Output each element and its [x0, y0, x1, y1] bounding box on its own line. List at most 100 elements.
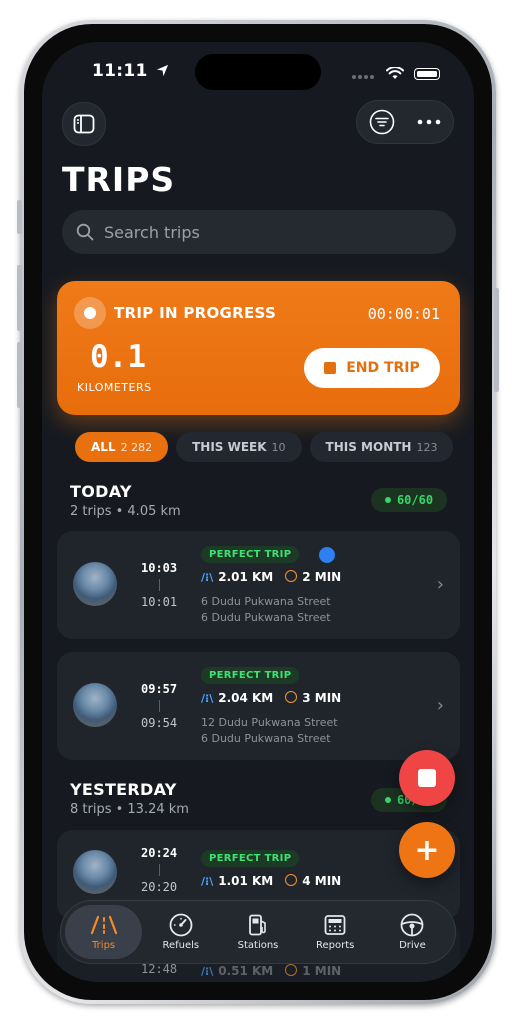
filter-label: THIS MONTH: [325, 440, 412, 454]
vehicle-avatar: [73, 562, 117, 606]
trip-from-address: 12 Dudu Pukwana Street: [201, 716, 338, 729]
calculator-icon: [323, 914, 347, 936]
section-summary-today: 2 trips • 4.05 km: [70, 504, 181, 519]
trip-stats: /⁝\ 0.51 KM 1 MIN: [201, 964, 341, 978]
trip-duration-value: 2 MIN: [302, 570, 342, 584]
trip-stats: /⁝\ 1.01 KM 4 MIN: [201, 874, 341, 888]
filter-this-month[interactable]: THIS MONTH 123: [309, 432, 454, 462]
time-connector: [158, 579, 160, 591]
trip-end-time: 10:01: [141, 595, 178, 609]
road-icon: /⁝\: [201, 571, 214, 584]
action-button: [17, 200, 22, 234]
perfect-trip-badge: PERFECT TRIP: [201, 667, 300, 684]
live-signal-icon: [319, 547, 335, 563]
header-actions: [356, 100, 454, 144]
trip-row[interactable]: 10:03 10:01 PERFECT TRIP /⁝\ 2.01 KM 2 MI…: [57, 531, 460, 639]
recording-icon: [74, 297, 106, 329]
active-trip-unit: KILOMETERS: [77, 381, 152, 394]
fuel-pump-icon: [246, 914, 270, 936]
filter-icon[interactable]: [369, 109, 395, 135]
trip-distance: /⁝\ 2.01 KM: [201, 570, 273, 584]
perfect-trip-badge: PERFECT TRIP: [201, 546, 300, 563]
score-badge: 60/60: [371, 488, 447, 512]
trip-times: 10:03 10:01: [141, 561, 177, 609]
trip-duration: 2 MIN: [285, 570, 341, 584]
search-placeholder: Search trips: [104, 222, 200, 242]
battery-icon: [414, 67, 440, 80]
plus-icon: +: [414, 832, 440, 868]
trip-duration-value: 4 MIN: [302, 874, 342, 888]
clock-icon: [285, 964, 298, 976]
tab-reports[interactable]: Reports: [297, 905, 374, 959]
trip-to-address: 6 Dudu Pukwana Street: [201, 732, 331, 745]
active-trip-distance: 0.1: [90, 339, 146, 375]
filter-label: ALL: [91, 440, 116, 454]
filter-count: 10: [271, 440, 286, 454]
add-trip-button[interactable]: +: [399, 822, 455, 878]
more-icon[interactable]: [417, 119, 441, 125]
stop-icon: [418, 769, 436, 787]
trip-distance: /⁝\ 2.04 KM: [201, 691, 273, 705]
status-time-text: 11:11: [92, 61, 148, 81]
score-dot-icon: [384, 497, 391, 503]
tab-label: Reports: [316, 939, 355, 951]
sidebar-toggle-button[interactable]: [62, 102, 106, 146]
trip-start-time: 12:48: [141, 962, 178, 976]
filter-count: 123: [416, 440, 438, 454]
tab-label: Refuels: [162, 939, 200, 951]
tab-stations[interactable]: Stations: [219, 905, 296, 959]
filter-label: THIS WEEK: [192, 440, 267, 454]
trip-start-time: 09:57: [141, 682, 178, 696]
filter-this-week[interactable]: THIS WEEK 10: [176, 432, 302, 462]
trip-end-time: 09:54: [141, 716, 178, 730]
status-indicators: [352, 64, 440, 83]
tab-label: Trips: [92, 939, 116, 951]
trip-distance-value: 0.51 KM: [218, 964, 274, 978]
trip-distance: /⁝\ 0.51 KM: [201, 964, 273, 978]
end-trip-button[interactable]: END TRIP: [304, 348, 440, 388]
tab-drive[interactable]: Drive: [374, 905, 451, 959]
trip-end-time: 20:20: [141, 880, 178, 894]
tab-trips[interactable]: Trips: [65, 905, 143, 959]
trip-row[interactable]: 09:57 09:54 PERFECT TRIP /⁝\ 2.04 KM 3 MI…: [57, 652, 460, 760]
section-title-today: TODAY: [70, 482, 132, 501]
filter-all[interactable]: ALL 2 282: [75, 432, 169, 462]
trip-duration-value: 3 MIN: [302, 691, 342, 705]
trip-duration-value: 1 MIN: [302, 964, 342, 978]
search-input[interactable]: Search trips: [62, 210, 456, 254]
sidebar-icon: [73, 114, 95, 134]
trip-distance: /⁝\ 1.01 KM: [201, 874, 273, 888]
status-time: 11:11: [92, 61, 169, 81]
score-text: 60/60: [396, 493, 434, 507]
steering-wheel-icon: [400, 913, 424, 936]
trip-start-time: 20:24: [141, 846, 178, 860]
time-connector: [158, 700, 160, 712]
page-title: TRIPS: [62, 160, 176, 199]
trip-start-time: 10:03: [141, 561, 178, 575]
section-summary-yesterday: 8 trips • 13.24 km: [70, 802, 189, 817]
trip-stats: /⁝\ 2.01 KM 2 MIN: [201, 570, 341, 584]
volume-up-button: [17, 265, 22, 331]
road-icon: /⁝\: [201, 692, 214, 705]
trip-stats: /⁝\ 2.04 KM 3 MIN: [201, 691, 341, 705]
tab-label: Drive: [399, 939, 426, 951]
trip-times: 09:57 09:54: [141, 682, 177, 730]
road-icon: /⁝\: [201, 965, 214, 978]
active-trip-card[interactable]: TRIP IN PROGRESS 00:00:01 0.1 KILOMETERS…: [57, 281, 460, 415]
trip-distance-value: 1.01 KM: [218, 874, 274, 888]
search-icon: [76, 223, 94, 241]
trip-from-address: 6 Dudu Pukwana Street: [201, 595, 331, 608]
chevron-right-icon: ›: [436, 574, 444, 595]
tab-bar: Trips Refuels Stations Reports Drive: [60, 900, 456, 964]
stop-icon: [324, 362, 337, 374]
volume-down-button: [17, 342, 22, 408]
end-trip-label: END TRIP: [346, 360, 420, 376]
vehicle-avatar: [73, 683, 117, 727]
tab-refuels[interactable]: Refuels: [142, 905, 219, 959]
clock-icon: [285, 874, 298, 886]
active-trip-timer: 00:00:01: [367, 305, 440, 323]
tab-label: Stations: [237, 939, 279, 951]
stop-recording-button[interactable]: [399, 750, 455, 806]
trip-distance-value: 2.01 KM: [218, 570, 274, 584]
trip-duration: 3 MIN: [285, 691, 341, 705]
